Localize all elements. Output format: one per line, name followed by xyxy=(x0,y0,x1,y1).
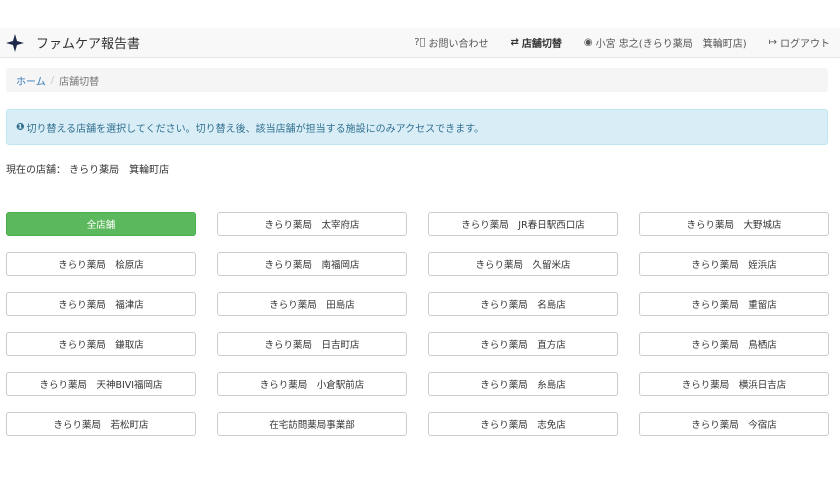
breadcrumb: ホーム / 店舗切替 xyxy=(6,68,828,92)
user-circle-icon: ◉ xyxy=(583,37,593,48)
store-button[interactable]: きらり薬局 南福岡店 xyxy=(217,252,407,276)
switch-store-label: 店舗切替 xyxy=(521,39,562,50)
store-button[interactable]: きらり薬局 久留米店 xyxy=(428,252,618,276)
current-store-text: 現在の店舗： きらり薬局 箕輪町店 xyxy=(6,165,170,176)
store-button-grid: 全店舗 きらり薬局 太宰府店 きらり薬局 JR春日駅西口店 きらり薬局 大野城店… xyxy=(6,212,832,436)
breadcrumb-home-link[interactable]: ホーム xyxy=(16,73,46,88)
brand[interactable]: ファムケア報告書 xyxy=(0,33,140,52)
store-button[interactable]: きらり薬局 太宰府店 xyxy=(217,212,407,236)
info-circle-icon: ❶ xyxy=(16,121,25,133)
store-button[interactable]: きらり薬局 日吉町店 xyxy=(217,332,407,356)
store-button[interactable]: きらり薬局 若松町店 xyxy=(6,412,196,436)
store-button[interactable]: 在宅訪問薬局事業部 xyxy=(217,412,407,436)
app-title: ファムケア報告書 xyxy=(36,37,141,52)
breadcrumb-current: 店舗切替 xyxy=(59,76,100,88)
store-button[interactable]: きらり薬局 小倉駅前店 xyxy=(217,372,407,396)
store-button[interactable]: きらり薬局 桧原店 xyxy=(6,252,196,276)
store-button[interactable]: きらり薬局 JR春日駅西口店 xyxy=(428,212,618,236)
store-button[interactable]: きらり薬局 鎌取店 xyxy=(6,332,196,356)
store-button[interactable]: きらり薬局 糸島店 xyxy=(428,372,618,396)
store-button[interactable]: きらり薬局 鳥栖店 xyxy=(639,332,829,356)
sign-out-icon: ↦ xyxy=(768,37,777,48)
logout-label: ログアウト xyxy=(780,39,830,50)
star-logo-icon xyxy=(6,33,24,52)
store-button[interactable]: きらり薬局 大野城店 xyxy=(639,212,829,236)
store-button[interactable]: きらり薬局 直方店 xyxy=(428,332,618,356)
nav-links: ?⃝ お問い合わせ ⇄ 店舗切替 ◉ 小宮 忠之(きらり薬局 箕輪町店) ↦ ロ… xyxy=(392,28,840,58)
info-alert: ❶ 切り替える店舗を選択してください。切り替え後、該当店舗が担当する施設にのみア… xyxy=(6,109,828,145)
switch-store-link[interactable]: ⇄ 店舗切替 xyxy=(511,35,562,50)
all-stores-button[interactable]: 全店舗 xyxy=(6,212,196,236)
contact-label: お問い合わせ xyxy=(428,39,489,50)
breadcrumb-separator: / xyxy=(50,74,55,86)
exchange-icon: ⇄ xyxy=(510,37,519,48)
store-button[interactable]: きらり薬局 重留店 xyxy=(639,292,829,316)
store-button[interactable]: きらり薬局 姪浜店 xyxy=(639,252,829,276)
alert-text: 切り替える店舗を選択してください。切り替え後、該当店舗が担当する施設にのみアクセ… xyxy=(26,123,485,135)
store-button[interactable]: きらり薬局 名島店 xyxy=(428,292,618,316)
user-label: 小宮 忠之(きらり薬局 箕輪町店) xyxy=(595,39,747,50)
store-button[interactable]: きらり薬局 横浜日吉店 xyxy=(639,372,829,396)
store-button[interactable]: きらり薬局 福津店 xyxy=(6,292,196,316)
logout-link[interactable]: ↦ ログアウト xyxy=(769,35,830,50)
store-button[interactable]: きらり薬局 田島店 xyxy=(217,292,407,316)
top-navbar: ファムケア報告書 ?⃝ お問い合わせ ⇄ 店舗切替 ◉ 小宮 忠之(きらり薬局 … xyxy=(0,28,840,58)
store-button[interactable]: きらり薬局 今宿店 xyxy=(639,412,829,436)
contact-link[interactable]: ?⃝ お問い合わせ xyxy=(414,35,488,50)
question-circle-icon: ?⃝ xyxy=(414,37,426,48)
store-button[interactable]: きらり薬局 天神BIVI福岡店 xyxy=(6,372,196,396)
user-link[interactable]: ◉ 小宮 忠之(きらり薬局 箕輪町店) xyxy=(584,35,747,50)
store-button[interactable]: きらり薬局 志免店 xyxy=(428,412,618,436)
